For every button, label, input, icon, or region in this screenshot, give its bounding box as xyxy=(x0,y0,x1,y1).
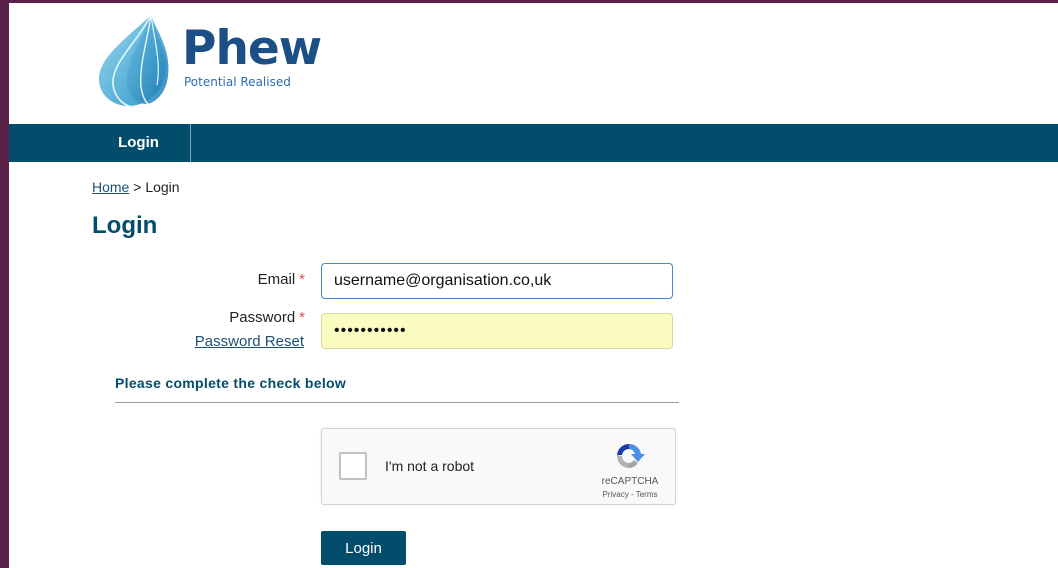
breadcrumb-current: Login xyxy=(145,179,180,195)
water-drop-logo-icon xyxy=(98,14,169,108)
password-label-text: Password xyxy=(229,309,296,326)
login-button[interactable]: Login xyxy=(321,531,406,565)
captcha-section-heading: Please complete the check below xyxy=(115,375,679,403)
captcha-checkbox[interactable] xyxy=(339,452,367,480)
breadcrumb-home-link[interactable]: Home xyxy=(92,179,129,195)
recaptcha-widget: I'm not a robot reCAPTCHA Privacy - Term… xyxy=(321,428,676,505)
brand-name: Phew xyxy=(182,21,322,76)
recaptcha-icon xyxy=(616,443,645,469)
email-input[interactable] xyxy=(321,263,673,299)
password-reset-link[interactable]: Password Reset xyxy=(195,333,304,350)
captcha-brand: reCAPTCHA xyxy=(601,476,659,487)
email-label-text: Email xyxy=(257,271,296,288)
nav-item-login[interactable]: Login xyxy=(87,124,191,162)
captcha-privacy-terms[interactable]: Privacy - Terms xyxy=(592,490,668,499)
brand-tagline: Potential Realised xyxy=(184,75,291,89)
site-header: Phew Potential Realised xyxy=(9,3,1058,123)
captcha-label: I'm not a robot xyxy=(385,458,475,474)
password-required-marker: * xyxy=(299,309,305,326)
email-label: Email * xyxy=(258,271,305,288)
browser-frame: Phew Potential Realised Login Home > Log… xyxy=(0,0,1058,568)
password-label: Password * xyxy=(229,309,305,326)
main-navbar: Login xyxy=(9,124,1058,162)
email-required-marker: * xyxy=(299,271,305,288)
password-input[interactable] xyxy=(321,313,673,349)
page-title: Login xyxy=(92,212,158,239)
breadcrumb-separator: > xyxy=(129,179,146,195)
breadcrumb: Home > Login xyxy=(92,179,180,195)
